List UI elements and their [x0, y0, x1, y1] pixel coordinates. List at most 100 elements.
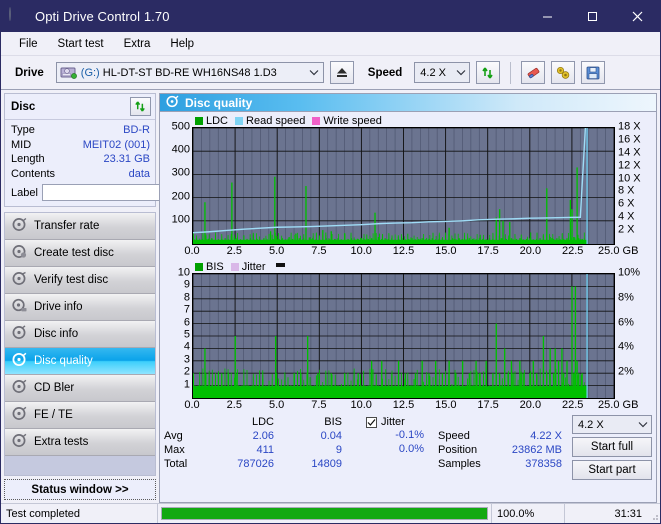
chart-bar — [235, 239, 236, 244]
resize-grip-icon[interactable] — [647, 504, 660, 523]
disc-refresh-button[interactable] — [130, 97, 151, 116]
sidebar-item-cd-bler[interactable]: CD Bler — [5, 375, 155, 402]
chart-bar — [331, 373, 332, 398]
chart-bar — [272, 239, 273, 244]
sidebar-item-disc-quality[interactable]: Disc quality — [5, 348, 155, 375]
chart-bar — [432, 386, 433, 398]
chart-bar — [304, 386, 305, 398]
chart-bar — [465, 239, 466, 244]
chart-bar — [358, 373, 359, 398]
chart-bar — [401, 238, 402, 244]
maximize-button[interactable] — [570, 1, 615, 32]
disc-extra-icon — [12, 433, 27, 451]
top-chart-plotrow: 100200300400500 2 X4 X6 X8 X10 X12 X14 X… — [163, 127, 653, 245]
chart-bar — [411, 386, 412, 398]
top-chart-container: LDC Read speed Write speed 1002003004005… — [160, 112, 656, 258]
chart-bar — [295, 234, 296, 244]
chart-bar — [341, 239, 342, 244]
chart-bar — [529, 373, 530, 398]
sidebar-item-extra-tests[interactable]: Extra tests — [5, 429, 155, 456]
chevron-down-icon[interactable] — [634, 415, 651, 434]
sidebar-item-verify-test-disc[interactable]: Verify test disc — [5, 267, 155, 294]
close-button[interactable] — [615, 1, 660, 32]
chart-bar — [255, 386, 256, 398]
chevron-down-icon[interactable] — [306, 63, 323, 82]
jitter-checkbox[interactable] — [366, 417, 377, 428]
drive-select[interactable]: (G:) HL-DT-ST BD-RE WH16NS48 1.D3 — [56, 62, 324, 83]
chart-bar — [248, 386, 249, 398]
test-speed-select[interactable]: 4.2 X — [572, 415, 652, 434]
axis-tick: 4% — [618, 343, 634, 352]
stats-table: LDC BIS Avg 2.06 0.04 Max 411 9 — [164, 415, 348, 480]
chart-bar — [272, 386, 273, 398]
jitter-label: Jitter — [381, 416, 405, 428]
menu-file[interactable]: File — [9, 35, 48, 53]
axis-tick: 12 X — [618, 161, 641, 170]
disc-create-icon — [12, 244, 27, 262]
samples-label: Samples — [438, 458, 490, 470]
disc-quality-header: Disc quality — [160, 94, 656, 112]
chart-bar — [256, 239, 257, 244]
save-button[interactable] — [581, 61, 605, 84]
erase-button[interactable] — [521, 61, 545, 84]
chart-bar — [553, 239, 554, 244]
chart-bar — [551, 238, 552, 244]
chart-bar — [445, 386, 446, 398]
chart-bar — [386, 239, 387, 244]
stats-total-ldc: 787026 — [212, 458, 280, 470]
axis-tick: 7 — [184, 306, 190, 315]
left-panel: Disc Type BD-R MID MEIT — [1, 90, 159, 503]
status-window-button[interactable]: Status window >> — [4, 479, 156, 500]
stats-row-max: Max 411 9 — [164, 443, 348, 457]
top-chart-x-axis: 0.02.55.07.510.012.515.017.520.022.525.0… — [192, 245, 615, 258]
axis-tick: 17.5 — [477, 399, 498, 411]
stats-row-avg: Avg 2.06 0.04 — [164, 429, 348, 443]
disc-panel: Disc Type BD-R MID MEIT — [4, 93, 156, 207]
chart-bar — [472, 386, 473, 398]
chevron-down-icon[interactable] — [452, 63, 469, 82]
chart-bar — [310, 239, 311, 244]
chart-bar — [374, 213, 375, 244]
start-full-button[interactable]: Start full — [572, 437, 652, 457]
chart-bar — [285, 239, 286, 244]
chart-bar — [428, 239, 429, 244]
chart-bar — [462, 361, 463, 398]
chart-bar — [516, 239, 517, 244]
chart-bar — [462, 239, 463, 244]
menu-help[interactable]: Help — [160, 35, 204, 53]
chart-bar — [299, 238, 300, 244]
stats-label-total: Total — [164, 458, 212, 470]
chart-bar — [344, 234, 345, 244]
sidebar-label-drive-info: Drive info — [34, 301, 83, 313]
chart-bar — [260, 240, 261, 244]
menu-extra[interactable]: Extra — [114, 35, 161, 53]
disc-properties: Type BD-R MID MEIT02 (001) Length 23.31 … — [5, 120, 155, 206]
minimize-button[interactable] — [525, 1, 570, 32]
chart-bar — [378, 386, 379, 398]
bottom-chart-plot — [192, 273, 615, 399]
chart-bar — [361, 386, 362, 398]
stats-label-max: Max — [164, 444, 212, 456]
chart-bar — [361, 238, 362, 244]
chart-bar — [277, 239, 278, 244]
sidebar-item-fe-te[interactable]: FE / TE — [5, 402, 155, 429]
axis-tick: 400 — [172, 146, 190, 155]
refresh-button[interactable] — [476, 61, 500, 84]
start-part-button[interactable]: Start part — [572, 460, 652, 480]
progress-percent: 100.0% — [492, 504, 565, 523]
sidebar-item-create-test-disc[interactable]: Create test disc — [5, 240, 155, 267]
stats-label-avg: Avg — [164, 430, 212, 442]
chart-bar — [322, 230, 323, 244]
chart-bar — [208, 239, 209, 244]
menu-start-test[interactable]: Start test — [48, 35, 114, 53]
sidebar-item-disc-info[interactable]: Disc info — [5, 321, 155, 348]
chart-bar — [347, 239, 348, 244]
sidebar-item-transfer-rate[interactable]: Transfer rate — [5, 213, 155, 240]
speed-select[interactable]: 4.2 X — [414, 62, 470, 83]
legend-jitter: Jitter — [231, 261, 266, 273]
chart-bar — [442, 373, 443, 398]
sidebar-item-drive-info[interactable]: Drive info — [5, 294, 155, 321]
eject-button[interactable] — [330, 61, 354, 84]
chart-bar — [438, 239, 439, 244]
tools-button[interactable] — [551, 61, 575, 84]
